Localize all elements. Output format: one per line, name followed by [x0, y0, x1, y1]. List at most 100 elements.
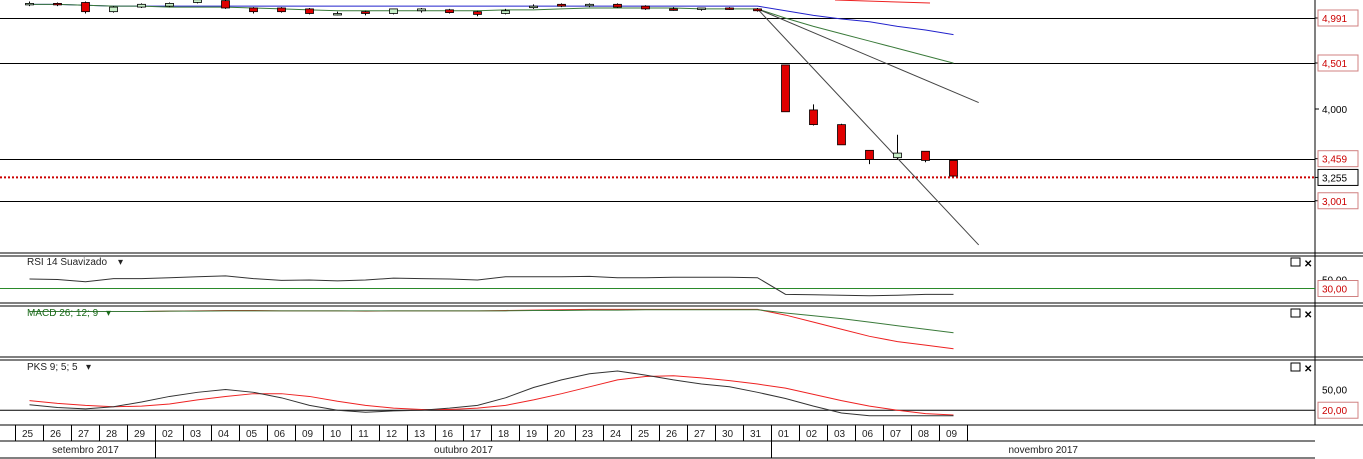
- candle-body: [893, 152, 902, 159]
- date-label: 02: [806, 429, 818, 440]
- candle-body: [389, 8, 398, 14]
- candle-body: [725, 7, 734, 10]
- candle-body: [669, 8, 678, 11]
- month-label: novembro 2017: [1009, 445, 1079, 456]
- candle-body: [361, 11, 370, 14]
- candle-body: [193, 0, 202, 3]
- date-label: 04: [218, 429, 230, 440]
- date-label: 17: [470, 429, 482, 440]
- price-label: 4,000: [1322, 105, 1347, 116]
- candle-body: [557, 3, 566, 7]
- date-label: 05: [246, 429, 258, 440]
- macd-line: [29, 309, 954, 334]
- close-icon[interactable]: ✕: [1304, 259, 1312, 270]
- date-label: 26: [50, 429, 62, 440]
- trend-line: [757, 8, 979, 104]
- date-label: 25: [22, 429, 34, 440]
- pks-k-line: [29, 370, 954, 417]
- candle-body: [697, 7, 706, 10]
- date-axis: 25 26 27 28 29 02 03 04 05 06 09 10 11 12 13 16 17 18 19 20…: [0, 425, 1315, 459]
- date-label: 02: [162, 429, 174, 440]
- candle-body: [865, 149, 874, 160]
- candle-body: [809, 109, 818, 126]
- date-label: 26: [666, 429, 678, 440]
- date-label: 16: [442, 429, 454, 440]
- date-label: 27: [694, 429, 706, 440]
- date-label: 10: [330, 429, 342, 440]
- candle-body: [53, 2, 62, 6]
- maximize-icon[interactable]: [1290, 257, 1301, 267]
- moving-average-line: [29, 3, 954, 36]
- date-label: 09: [302, 429, 314, 440]
- candle-body: [445, 9, 454, 13]
- date-label: 03: [834, 429, 846, 440]
- rsi-line: [29, 275, 954, 297]
- candle-body: [641, 5, 650, 10]
- date-label: 28: [106, 429, 118, 440]
- panel-controls: ✕: [1290, 308, 1312, 321]
- maximize-icon[interactable]: [1290, 308, 1301, 318]
- pks-d-line: [29, 375, 954, 416]
- maximize-icon[interactable]: [1290, 362, 1301, 372]
- rsi-level-label: 30,00: [1322, 285, 1347, 296]
- panel-controls: ✕: [1290, 257, 1312, 270]
- rsi-panel: 50,0030,00▾: [0, 257, 1359, 297]
- macd-signal-line: [29, 308, 954, 350]
- panel-controls: ✕: [1290, 362, 1312, 375]
- dropdown-icon: ▾: [106, 308, 111, 319]
- price-axis: 4,991 4,501 4,000 3,459 3,255 3,001: [1315, 9, 1359, 210]
- macd-title[interactable]: MACD 26; 12; 9: [27, 308, 99, 319]
- month-label: setembro 2017: [52, 445, 119, 456]
- close-icon[interactable]: ✕: [1304, 310, 1312, 321]
- candle-body: [585, 3, 594, 7]
- candle-body: [501, 10, 510, 14]
- date-label: 08: [918, 429, 930, 440]
- date-label: 20: [554, 429, 566, 440]
- candle-body: [109, 6, 118, 13]
- price-panel: [0, 0, 1315, 246]
- pks-title[interactable]: PKS 9; 5; 5: [27, 362, 78, 373]
- date-label: 23: [582, 429, 594, 440]
- candle-body: [613, 3, 622, 8]
- candle-body: [305, 8, 314, 14]
- candle-body: [221, 0, 230, 9]
- date-label: 24: [610, 429, 622, 440]
- candle-body: [529, 5, 538, 9]
- candle-body: [781, 64, 790, 113]
- date-label: 03: [190, 429, 202, 440]
- date-label: 06: [274, 429, 286, 440]
- date-label: 07: [890, 429, 902, 440]
- candle-body: [949, 160, 958, 177]
- pks-panel: 50,00 20,00 ▾ ✕ ✕ ✕: [0, 257, 1359, 419]
- candle-body: [753, 8, 762, 12]
- date-label: 19: [526, 429, 538, 440]
- date-label: 18: [498, 429, 510, 440]
- dropdown-icon: ▾: [118, 257, 123, 268]
- candle-body: [417, 8, 426, 12]
- candle-body: [333, 13, 342, 16]
- candle-body: [165, 2, 174, 7]
- close-icon[interactable]: ✕: [1304, 364, 1312, 375]
- date-label: 11: [358, 429, 369, 440]
- candle-body: [137, 3, 146, 8]
- date-label: 01: [778, 429, 790, 440]
- pks-level-label: 50,00: [1322, 386, 1347, 397]
- candle-body: [25, 2, 34, 6]
- stock-chart[interactable]: 50,0030,00▾ ▾ 50,0020,00▾✕✕✕ 4,9914,5014…: [0, 0, 1363, 459]
- candle-body: [81, 2, 90, 13]
- price-label: 3,255: [1322, 173, 1347, 184]
- date-label: 27: [78, 429, 90, 440]
- date-label: 13: [414, 429, 426, 440]
- date-label: 31: [750, 429, 762, 440]
- candle-body: [249, 7, 258, 13]
- upper-band-line: [834, 0, 931, 4]
- candle-body: [277, 7, 286, 13]
- date-label: 12: [386, 429, 398, 440]
- candle-body: [837, 124, 846, 146]
- dropdown-icon: ▾: [86, 362, 91, 373]
- month-label: outubro 2017: [434, 445, 493, 456]
- trend-line: [757, 8, 980, 246]
- rsi-title[interactable]: RSI 14 Suavizado: [27, 257, 107, 268]
- candle-body: [921, 150, 930, 161]
- date-label: 30: [722, 429, 734, 440]
